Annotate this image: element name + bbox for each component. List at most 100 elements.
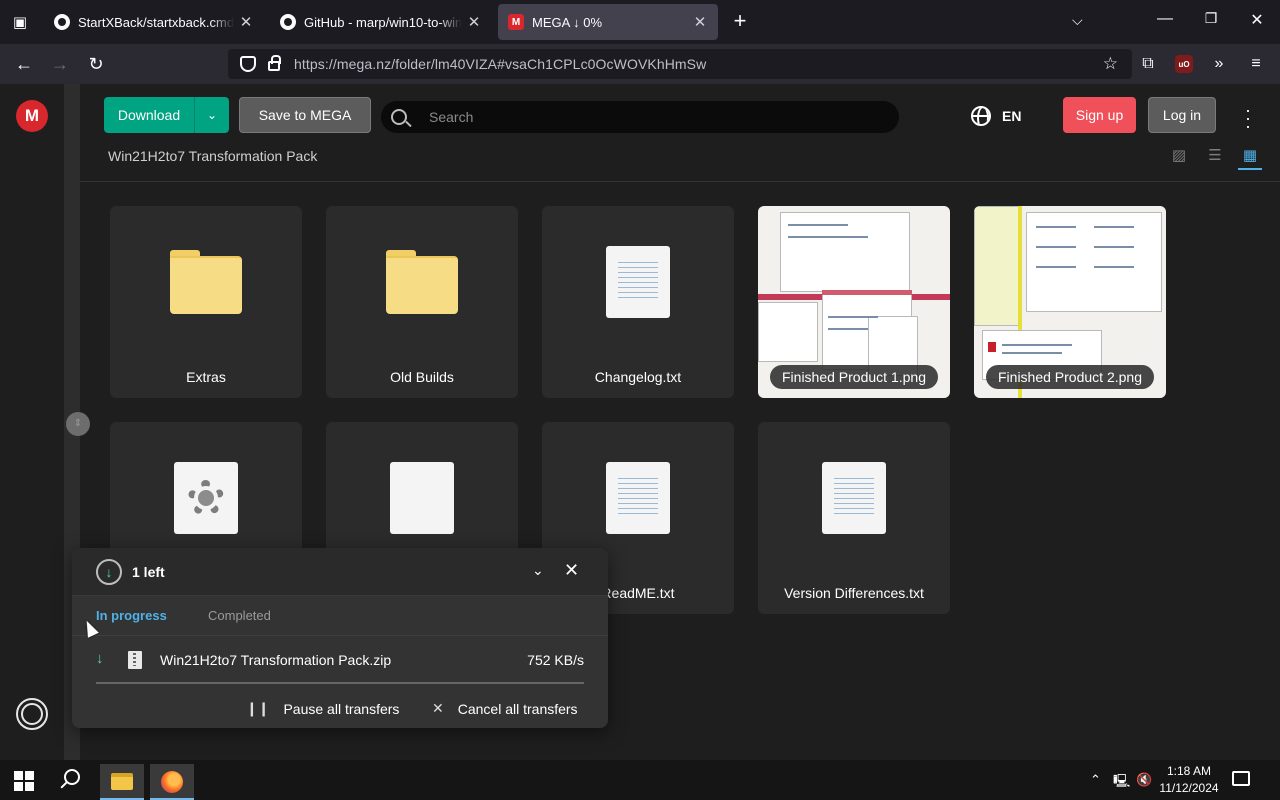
github-icon <box>280 14 296 30</box>
log-in-button[interactable]: Log in <box>1148 97 1216 133</box>
search-icon <box>391 109 407 125</box>
cancel-all-button[interactable]: ✕ Cancel all transfers <box>432 700 578 717</box>
clock-date: 11/12/2024 <box>1159 781 1219 795</box>
left-rail: M <box>0 84 64 760</box>
more-options-icon[interactable]: · · · <box>1240 101 1256 135</box>
notification-icon[interactable] <box>1232 771 1250 786</box>
transfer-tabs: In progress Completed <box>72 596 608 636</box>
browser-tab-github[interactable]: GitHub - marp/win10-to-win7- ✕ <box>270 4 492 40</box>
url-text[interactable]: https://mega.nz/folder/lm40VIZA#vsaCh1CP… <box>294 56 706 72</box>
close-icon[interactable]: ✕ <box>564 560 579 581</box>
mega-logo[interactable]: M <box>16 100 48 132</box>
close-tab-icon[interactable]: ✕ <box>238 13 254 31</box>
browser-tab-startxback[interactable]: StartXBack/startxback.cmd at n ✕ <box>44 4 264 40</box>
reload-icon[interactable]: ↻ <box>84 52 108 76</box>
url-bar[interactable]: https://mega.nz/folder/lm40VIZA#vsaCh1CP… <box>228 49 1132 79</box>
ublock-origin-icon[interactable]: uO <box>1175 55 1193 73</box>
file-name: Finished Product 1.png <box>758 365 950 389</box>
tab-overview-icon[interactable]: ▣ <box>8 10 32 34</box>
windows-start-icon[interactable] <box>14 771 34 791</box>
text-file-icon <box>606 246 670 318</box>
firefox-icon <box>161 771 183 793</box>
list-view-icon[interactable]: ☰ <box>1206 148 1224 164</box>
taskbar-clock[interactable]: 1:18 AM 11/12/2024 <box>1156 763 1222 797</box>
text-file-icon <box>822 462 886 534</box>
transfer-filename: Win21H2to7 Transformation Pack.zip <box>160 652 392 668</box>
file-name: Old Builds <box>390 369 454 385</box>
download-button[interactable]: Download ⌄ <box>104 97 229 133</box>
media-view-icon[interactable]: ▨ <box>1170 148 1188 164</box>
restore-icon[interactable]: ❐ <box>1196 10 1226 27</box>
forward-icon[interactable]: → <box>48 52 72 76</box>
back-icon[interactable]: ← <box>12 52 36 76</box>
bookmark-star-icon[interactable]: ☆ <box>1103 54 1118 74</box>
taskbar-firefox[interactable] <box>150 764 194 800</box>
sync-icon[interactable] <box>16 698 48 730</box>
browser-tab-mega[interactable]: M MEGA ↓ 0% ✕ <box>498 4 718 40</box>
transfer-actions: ❙❙ Pause all transfers ✕ Cancel all tran… <box>72 684 608 728</box>
tab-completed[interactable]: Completed <box>208 608 271 623</box>
pause-icon: ❙❙ <box>246 700 270 716</box>
transfer-row[interactable]: ↓ Win21H2to7 Transformation Pack.zip 752… <box>72 636 608 684</box>
download-arrow-icon: ↓ <box>96 650 104 667</box>
download-label: Download <box>117 107 181 123</box>
windows-taskbar: ⌃ 🖳 🔇 1:18 AM 11/12/2024 <box>0 760 1280 800</box>
search-icon[interactable] <box>60 769 82 791</box>
hamburger-menu-icon[interactable]: ≡ <box>1246 52 1266 76</box>
chevron-down-icon[interactable]: ⌵ <box>1072 12 1083 29</box>
close-window-icon[interactable]: ✕ <box>1242 10 1272 30</box>
clock-time: 1:18 AM <box>1166 764 1212 778</box>
file-card-version-differences[interactable]: Version Differences.txt <box>758 422 950 614</box>
folder-icon <box>111 773 133 790</box>
shield-icon[interactable] <box>240 56 256 72</box>
active-view-indicator <box>1238 168 1262 170</box>
taskbar-file-explorer[interactable] <box>100 764 144 800</box>
transfer-speed: 752 KB/s <box>527 652 584 668</box>
lock-icon[interactable] <box>268 55 281 71</box>
search-box[interactable] <box>381 101 899 133</box>
save-to-mega-button[interactable]: Save to MEGA <box>239 97 371 133</box>
gear-icon <box>188 480 224 516</box>
file-card-extras[interactable]: Extras <box>110 206 302 398</box>
chevron-up-icon[interactable]: ⌃ <box>1090 772 1101 788</box>
overflow-menu-icon[interactable]: » <box>1208 52 1230 76</box>
minimize-icon[interactable]: — <box>1150 10 1180 28</box>
file-name: Extras <box>186 369 226 385</box>
search-input[interactable] <box>429 109 849 125</box>
language-selector[interactable]: EN <box>971 106 1021 126</box>
file-card-finished-product-2[interactable]: Finished Product 2.png <box>974 206 1166 398</box>
file-name-text: Finished Product 1.png <box>770 365 938 389</box>
transfer-header[interactable]: ↓ 1 left ⌄ ✕ <box>72 548 608 596</box>
sign-up-button[interactable]: Sign up <box>1063 97 1136 133</box>
generic-file-icon <box>390 462 454 534</box>
file-name: Finished Product 2.png <box>974 365 1166 389</box>
close-tab-icon[interactable]: ✕ <box>692 13 708 31</box>
extensions-icon[interactable]: ⧉ <box>1138 52 1158 76</box>
volume-muted-icon[interactable]: 🔇 <box>1136 772 1152 788</box>
settings-file-icon <box>174 462 238 534</box>
github-icon <box>54 14 70 30</box>
network-icon[interactable]: 🖳 <box>1113 772 1130 794</box>
pause-all-label: Pause all transfers <box>283 700 400 717</box>
close-tab-icon[interactable]: ✕ <box>466 13 482 31</box>
file-name: Version Differences.txt <box>784 585 924 601</box>
transfer-manager-panel: ↓ 1 left ⌄ ✕ In progress Completed ↓ Win… <box>72 548 608 728</box>
file-card-old-builds[interactable]: Old Builds <box>326 206 518 398</box>
chevron-down-icon[interactable]: ⌄ <box>532 562 544 579</box>
browser-nav-bar: ← → ↻ https://mega.nz/folder/lm40VIZA#vs… <box>0 44 1280 84</box>
file-card-changelog[interactable]: Changelog.txt <box>542 206 734 398</box>
new-tab-button[interactable]: + <box>728 10 752 34</box>
breadcrumb[interactable]: Win21H2to7 Transformation Pack <box>108 148 317 164</box>
globe-icon <box>971 106 991 126</box>
zip-file-icon <box>128 651 142 669</box>
text-file-icon <box>606 462 670 534</box>
mega-icon: M <box>508 14 524 30</box>
scroll-handle[interactable]: ⇕ <box>66 412 90 436</box>
close-icon: ✕ <box>432 700 444 716</box>
grid-view-icon[interactable]: ▦ <box>1241 148 1259 164</box>
pause-all-button[interactable]: ❙❙ Pause all transfers <box>246 700 399 717</box>
file-card-finished-product-1[interactable]: Finished Product 1.png <box>758 206 950 398</box>
tab-title: StartXBack/startxback.cmd at n <box>78 14 234 30</box>
chevron-down-icon[interactable]: ⌄ <box>195 108 229 122</box>
tab-in-progress[interactable]: In progress <box>96 608 167 623</box>
